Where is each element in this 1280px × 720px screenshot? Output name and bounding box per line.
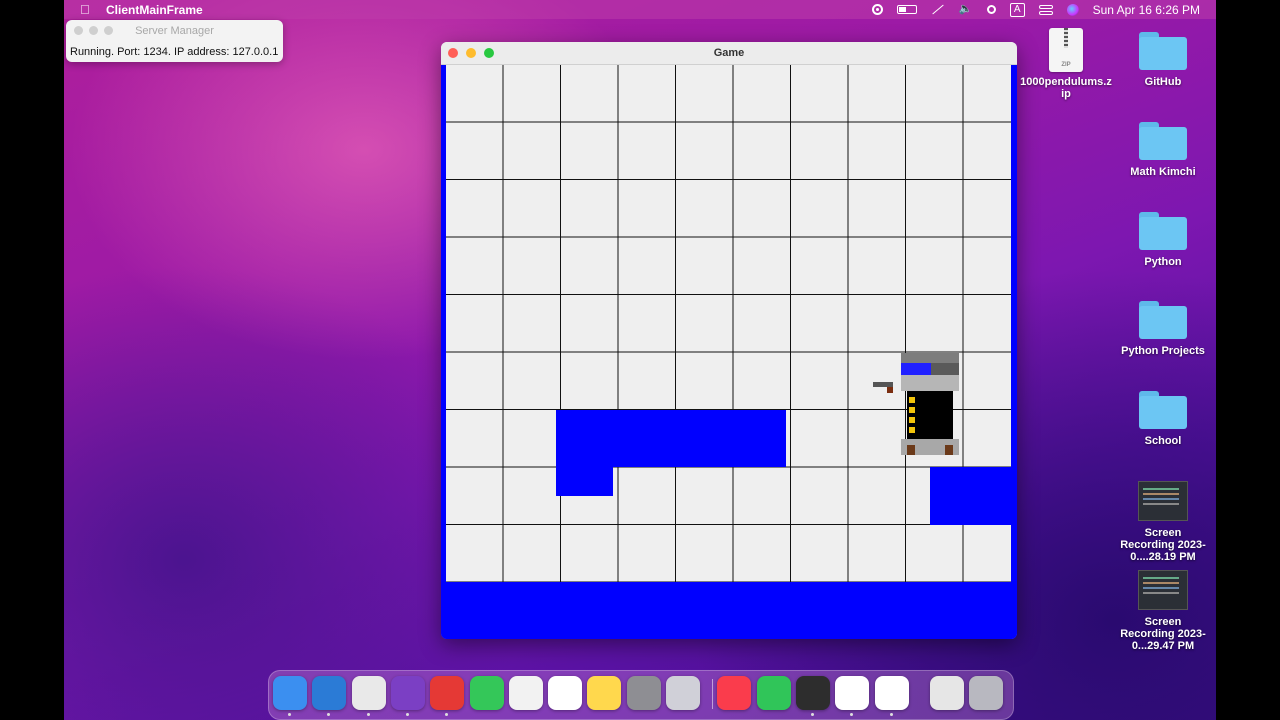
java-app-icon[interactable] [874,676,909,710]
folder-icon [1139,391,1187,429]
apple-menu-icon[interactable]:  [80,2,90,17]
window-title: Server Manager [135,25,214,37]
desktop-item-label: School [1144,435,1182,447]
video-thumbnail-icon [1138,481,1188,521]
game-canvas[interactable] [441,65,1017,639]
java-app-icon[interactable] [835,676,870,710]
desktop-file-zip[interactable]: ZIP 1000pendulums.zip [1018,28,1114,100]
video-thumbnail-icon [1138,570,1188,610]
system-settings-icon[interactable] [626,676,661,710]
music-icon[interactable] [717,676,752,710]
desktop-folder-python-projects[interactable]: Python Projects [1115,301,1211,357]
wall-block [556,467,613,496]
desktop-folder-math-kimchi[interactable]: Math Kimchi [1115,122,1211,178]
running-indicator [405,713,409,716]
running-indicator [366,713,370,716]
reminders-icon[interactable] [548,676,583,710]
floor-wall [441,582,1017,639]
desktop-folder-school[interactable]: School [1115,391,1211,447]
desktop-folder-github[interactable]: GitHub [1115,32,1211,88]
siri-icon[interactable] [1066,3,1079,16]
desktop-item-label: Python [1144,256,1182,268]
wall-block [556,410,786,467]
chrome-icon[interactable] [351,676,386,710]
window-title: Game [713,47,745,59]
menu-bar-clock[interactable]: Sun Apr 16 6:26 PM [1093,3,1200,17]
volume-icon[interactable] [959,2,973,16]
desktop-item-label: Math Kimchi [1130,166,1196,178]
input-source-icon[interactable]: A [1009,2,1025,17]
server-manager-window[interactable]: Server Manager Running. Port: 1234. IP a… [66,20,283,62]
facetime-icon[interactable] [756,676,791,710]
desktop-file-screen-recording[interactable]: Screen Recording 2023-0....28.19 PM [1115,481,1211,563]
running-indicator [889,713,893,716]
server-status-label: Running. Port: 1234. IP address: 127.0.0… [70,46,279,58]
zip-badge: ZIP [1061,62,1071,68]
spotlight-search-icon[interactable] [986,5,996,14]
gun-grip-sprite [887,387,893,393]
chatgpt-icon[interactable] [508,676,543,710]
zip-file-icon: ZIP [1049,28,1083,72]
desktop:  ClientMainFrame A Sun Apr 16 6:26 PM S… [64,0,1216,720]
control-center-icon[interactable] [1038,4,1053,15]
dock-separator [712,679,713,709]
dock [268,670,1014,720]
notes-icon[interactable] [587,676,622,710]
running-indicator [445,713,449,716]
game-window[interactable]: Game [441,42,1017,639]
menu-bar:  ClientMainFrame A Sun Apr 16 6:26 PM [64,0,1216,19]
screen-record-icon[interactable] [871,4,883,15]
messages-icon[interactable] [469,676,504,710]
desktop-item-label: Python Projects [1121,345,1205,357]
folder-icon [1139,301,1187,339]
running-indicator [288,713,291,716]
finder-icon[interactable] [273,676,307,710]
game-titlebar[interactable]: Game [441,42,1017,65]
running-indicator [850,713,854,716]
desktop-item-label: Screen Recording 2023-0...29.47 PM [1120,616,1206,652]
menu-bar-status-area: A Sun Apr 16 6:26 PM [871,0,1216,19]
document-icon[interactable] [929,676,964,710]
player-character [901,353,959,469]
launchpad-icon[interactable] [666,676,700,710]
server-manager-titlebar[interactable]: Server Manager [66,20,283,41]
battery-icon[interactable] [896,5,917,14]
running-indicator [327,713,331,716]
quicktime-icon[interactable] [795,676,830,710]
desktop-item-label: GitHub [1144,76,1182,88]
wifi-off-icon[interactable] [931,4,945,16]
desktop-folder-python[interactable]: Python [1115,212,1211,268]
folder-icon [1139,212,1187,250]
desktop-item-label: 1000pendulums.zip [1020,76,1112,100]
desktop-item-label: Screen Recording 2023-0....28.19 PM [1120,527,1206,563]
folder-icon [1139,32,1187,70]
folder-icon [1139,122,1187,160]
desktop-file-screen-recording[interactable]: Screen Recording 2023-0...29.47 PM [1115,570,1211,652]
running-indicator [810,713,814,716]
tile-grid [446,65,1011,582]
vscode-icon[interactable] [312,676,347,710]
trash-icon[interactable] [969,676,1004,710]
active-app-name[interactable]: ClientMainFrame [106,3,203,17]
wall-block [930,467,1011,525]
screen-recorder-icon[interactable] [430,676,465,710]
github-desktop-icon[interactable] [390,676,425,710]
